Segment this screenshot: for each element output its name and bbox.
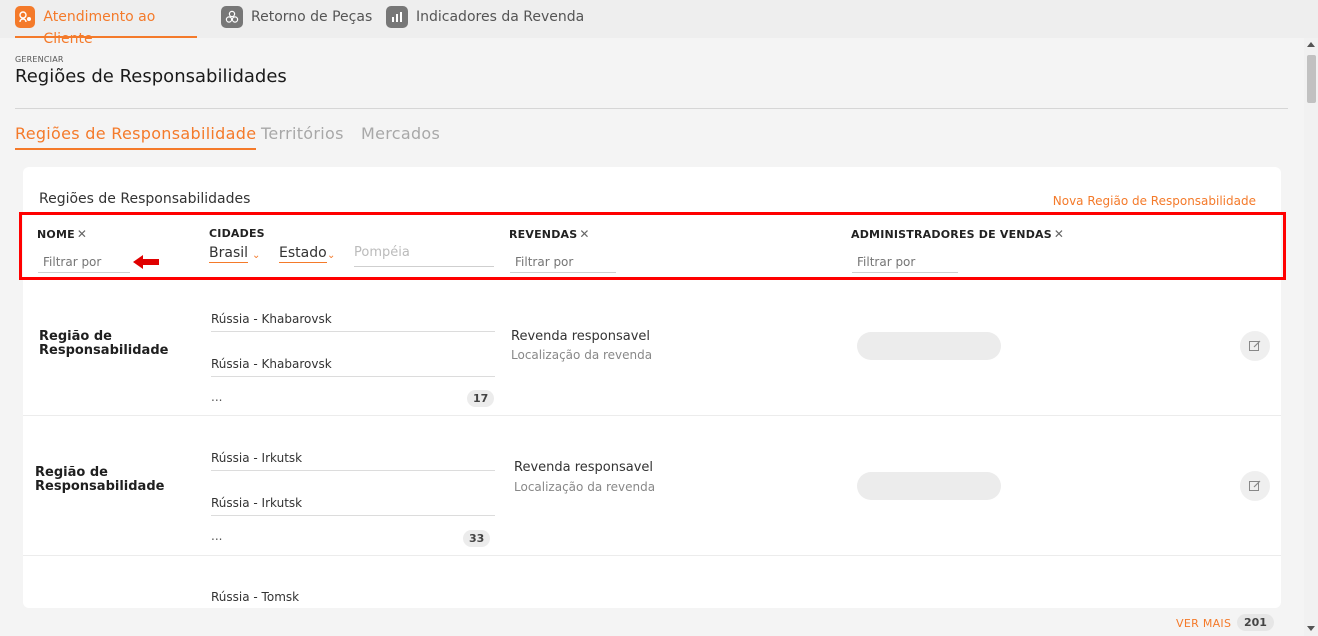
state-select[interactable]: Estado xyxy=(279,245,327,263)
row-divider xyxy=(23,415,1281,416)
tab-indicadores-da-revenda[interactable]: Indicadores da Revenda xyxy=(386,6,584,38)
edit-button[interactable] xyxy=(1240,331,1270,361)
scroll-thumb[interactable] xyxy=(1307,55,1316,103)
column-label: NOME xyxy=(37,228,75,241)
card-footer xyxy=(23,608,1281,636)
subtab-mercados[interactable]: Mercados xyxy=(361,124,440,143)
region-name: Região de Responsabilidade xyxy=(35,466,164,494)
page-title: Regiões de Responsabilidades xyxy=(15,66,287,87)
tab-retorno-de-pecas[interactable]: Retorno de Peças xyxy=(221,6,372,38)
chevron-down-icon[interactable]: ⌄ xyxy=(327,250,335,261)
clear-filter-icon[interactable]: ✕ xyxy=(77,227,87,241)
nome-filter-input[interactable] xyxy=(38,251,130,273)
subtab-regioes[interactable]: Regiões de Responsabilidade xyxy=(15,124,257,150)
city-item: Rússia - Khabarovsk xyxy=(211,357,495,377)
tab-label: Indicadores da Revenda xyxy=(416,9,585,25)
column-header-nome: NOME ✕ xyxy=(37,227,87,241)
customer-service-icon xyxy=(15,6,36,28)
top-navigation: Atendimento ao Cliente Retorno de Peças … xyxy=(0,0,1318,47)
city-count-badge[interactable]: 17 xyxy=(467,390,495,407)
column-label: ADMINISTRADORES DE VENDAS xyxy=(851,228,1052,241)
chevron-down-icon[interactable]: ⌄ xyxy=(252,250,260,261)
tab-label: Atendimento ao Cliente xyxy=(43,9,156,47)
city-input[interactable]: Pompéia xyxy=(354,245,494,267)
edit-icon xyxy=(1249,340,1261,351)
column-header-revendas: REVENDAS ✕ xyxy=(509,227,590,241)
region-name-line: Responsabilidade xyxy=(35,479,165,494)
row-divider xyxy=(23,555,1281,556)
admin-placeholder xyxy=(857,332,1001,360)
bar-chart-icon xyxy=(386,6,408,28)
clear-filter-icon[interactable]: ✕ xyxy=(1054,227,1064,241)
city-item: Rússia - Khabarovsk xyxy=(211,312,495,332)
admin-placeholder xyxy=(857,472,1001,500)
country-select[interactable]: Brasil xyxy=(209,245,249,263)
more-cities: ... xyxy=(211,529,223,543)
red-arrow-icon xyxy=(133,255,159,269)
region-name: Região de Responsabilidade xyxy=(39,330,168,358)
column-header-administradores: ADMINISTRADORES DE VENDAS ✕ xyxy=(851,227,1064,241)
city-item: Rússia - Irkutsk xyxy=(211,496,495,516)
administradores-filter-input[interactable] xyxy=(852,251,958,273)
more-cities: ... xyxy=(211,390,223,404)
parts-return-icon xyxy=(221,6,243,28)
city-count-badge[interactable]: 33 xyxy=(463,530,491,547)
edit-button[interactable] xyxy=(1240,471,1270,501)
revenda-location: Localização da revenda xyxy=(514,480,656,494)
scroll-down-icon[interactable] xyxy=(1307,626,1315,631)
edit-icon xyxy=(1249,480,1261,491)
city-item: Rússia - Tomsk xyxy=(211,590,300,604)
total-count-badge: 201 xyxy=(1237,614,1274,631)
tab-atendimento-ao-cliente[interactable]: Atendimento ao Cliente xyxy=(15,6,197,47)
revenda-name: Revenda responsavel xyxy=(511,329,651,344)
card-title: Regiões de Responsabilidades xyxy=(39,191,251,207)
revenda-name: Revenda responsavel xyxy=(514,460,654,475)
page-scrollbar[interactable] xyxy=(1304,38,1318,636)
revendas-filter-input[interactable] xyxy=(510,251,616,273)
city-item: Rússia - Irkutsk xyxy=(211,451,495,471)
region-name-line: Região de xyxy=(39,329,112,344)
ver-mais-link[interactable]: VER MAIS xyxy=(1176,617,1231,630)
revenda-location: Localização da revenda xyxy=(511,348,653,362)
clear-filter-icon[interactable]: ✕ xyxy=(579,227,589,241)
subtab-territorios[interactable]: Territórios xyxy=(261,124,344,143)
column-header-cidades: CIDADES xyxy=(209,227,265,240)
section-label: GERENCIAR xyxy=(15,55,64,64)
region-name-line: Responsabilidade xyxy=(39,343,169,358)
column-label: REVENDAS xyxy=(509,228,578,241)
new-region-link[interactable]: Nova Região de Responsabilidade xyxy=(1053,194,1256,208)
region-name-line: Região de xyxy=(35,465,108,480)
header-divider xyxy=(15,108,1288,109)
tab-label: Retorno de Peças xyxy=(251,9,373,25)
scroll-up-icon[interactable] xyxy=(1307,42,1315,47)
